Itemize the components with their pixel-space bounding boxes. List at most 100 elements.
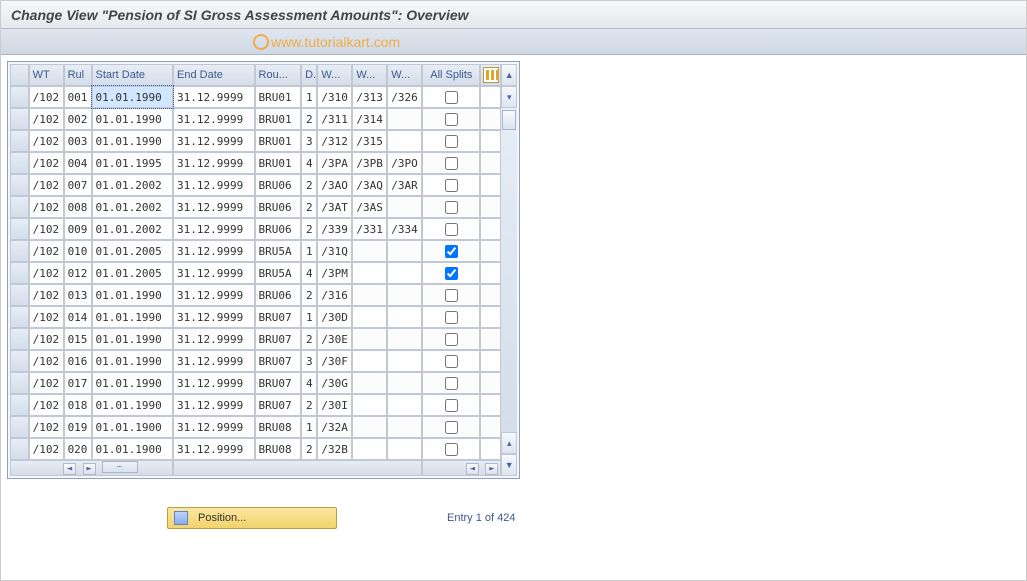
cell-d[interactable]: 4 <box>301 152 317 174</box>
allsplit-checkbox[interactable] <box>445 179 458 192</box>
cell-end[interactable]: 31.12.9999 <box>173 394 255 416</box>
cell-allsplit[interactable] <box>422 174 480 196</box>
cell-rou[interactable]: BRU07 <box>255 394 302 416</box>
allsplit-checkbox[interactable] <box>445 421 458 434</box>
col-allsplit-header[interactable]: All Splits <box>422 64 480 86</box>
cell-end[interactable]: 31.12.9999 <box>173 372 255 394</box>
cell-rul[interactable]: 009 <box>64 218 92 240</box>
vscroll-track[interactable] <box>501 108 517 432</box>
col-end-header[interactable]: End Date <box>173 64 255 86</box>
col-start-header[interactable]: Start Date <box>92 64 174 86</box>
cell-start[interactable]: 01.01.1990 <box>92 108 174 130</box>
col-w2-header[interactable]: W... <box>352 64 387 86</box>
cell-end[interactable]: 31.12.9999 <box>173 438 255 460</box>
cell-rou[interactable]: BRU01 <box>255 86 302 108</box>
cell-allsplit[interactable] <box>422 284 480 306</box>
row-select-handle[interactable] <box>10 350 29 372</box>
hscroll-right-button[interactable]: ► <box>83 463 96 475</box>
cell-start[interactable]: 01.01.1995 <box>92 152 174 174</box>
cell-d[interactable]: 2 <box>301 174 317 196</box>
cell-allsplit[interactable] <box>422 108 480 130</box>
cell-end[interactable]: 31.12.9999 <box>173 152 255 174</box>
table-row[interactable]: /10200201.01.199031.12.9999BRU012/311/31… <box>10 108 501 130</box>
cell-d[interactable]: 3 <box>301 350 317 372</box>
cell-w2[interactable]: /331 <box>352 218 387 240</box>
col-rou-header[interactable]: Rou... <box>255 64 302 86</box>
cell-end[interactable]: 31.12.9999 <box>173 196 255 218</box>
cell-end[interactable]: 31.12.9999 <box>173 416 255 438</box>
cell-rou[interactable]: BRU5A <box>255 240 302 262</box>
vscroll-thumb[interactable] <box>502 110 516 130</box>
cell-rul[interactable]: 001 <box>64 86 92 108</box>
cell-start[interactable]: 01.01.1990 <box>92 86 174 108</box>
cell-allsplit[interactable] <box>422 86 480 108</box>
cell-rou[interactable]: BRU06 <box>255 218 302 240</box>
row-select-handle[interactable] <box>10 240 29 262</box>
cell-start[interactable]: 01.01.1990 <box>92 130 174 152</box>
cell-rul[interactable]: 020 <box>64 438 92 460</box>
cell-start[interactable]: 01.01.1990 <box>92 394 174 416</box>
cell-rul[interactable]: 017 <box>64 372 92 394</box>
cell-w2[interactable]: /3PB <box>352 152 387 174</box>
cell-rou[interactable]: BRU07 <box>255 350 302 372</box>
cell-rou[interactable]: BRU01 <box>255 130 302 152</box>
hscroll-left2-button[interactable]: ◄ <box>466 463 479 475</box>
cell-allsplit[interactable] <box>422 372 480 394</box>
cell-rul[interactable]: 010 <box>64 240 92 262</box>
allsplit-checkbox[interactable] <box>445 377 458 390</box>
cell-w3[interactable]: /326 <box>387 86 422 108</box>
cell-rou[interactable]: BRU08 <box>255 416 302 438</box>
cell-d[interactable]: 2 <box>301 108 317 130</box>
cell-w3[interactable] <box>387 284 422 306</box>
cell-allsplit[interactable] <box>422 262 480 284</box>
cell-w1[interactable]: /30I <box>317 394 352 416</box>
col-w3-header[interactable]: W... <box>387 64 422 86</box>
cell-end[interactable]: 31.12.9999 <box>173 218 255 240</box>
cell-w2[interactable]: /3AQ <box>352 174 387 196</box>
hscroll-thumb[interactable]: ⋯ <box>102 461 138 473</box>
row-select-handle[interactable] <box>10 372 29 394</box>
cell-wt[interactable]: /102 <box>29 130 64 152</box>
allsplit-checkbox[interactable] <box>445 201 458 214</box>
allsplit-checkbox[interactable] <box>445 333 458 346</box>
cell-rou[interactable]: BRU06 <box>255 174 302 196</box>
cell-start[interactable]: 01.01.2005 <box>92 262 174 284</box>
cell-wt[interactable]: /102 <box>29 416 64 438</box>
vscroll-linedown-button[interactable]: ▴ <box>501 432 517 454</box>
row-select-handle[interactable] <box>10 174 29 196</box>
table-row[interactable]: /10201701.01.199031.12.9999BRU074/30G <box>10 372 501 394</box>
row-select-handle[interactable] <box>10 86 29 108</box>
vscroll-up-button[interactable]: ▲ <box>501 64 517 86</box>
cell-w1[interactable]: /30D <box>317 306 352 328</box>
table-row[interactable]: /10201401.01.199031.12.9999BRU071/30D <box>10 306 501 328</box>
cell-wt[interactable]: /102 <box>29 284 64 306</box>
cell-rou[interactable]: BRU01 <box>255 108 302 130</box>
cell-w1[interactable]: /3AO <box>317 174 352 196</box>
cell-end[interactable]: 31.12.9999 <box>173 240 255 262</box>
cell-w3[interactable] <box>387 328 422 350</box>
allsplit-checkbox[interactable] <box>445 245 458 258</box>
cell-start[interactable]: 01.01.1990 <box>92 306 174 328</box>
cell-wt[interactable]: /102 <box>29 174 64 196</box>
allsplit-checkbox[interactable] <box>445 355 458 368</box>
table-row[interactable]: /10201901.01.190031.12.9999BRU081/32A <box>10 416 501 438</box>
cell-w1[interactable]: /3AT <box>317 196 352 218</box>
cell-w2[interactable] <box>352 438 387 460</box>
cell-wt[interactable]: /102 <box>29 152 64 174</box>
cell-allsplit[interactable] <box>422 196 480 218</box>
cell-allsplit[interactable] <box>422 306 480 328</box>
col-w1-header[interactable]: W... <box>317 64 352 86</box>
cell-rul[interactable]: 013 <box>64 284 92 306</box>
table-settings-icon[interactable] <box>483 67 499 83</box>
cell-end[interactable]: 31.12.9999 <box>173 306 255 328</box>
row-select-handle[interactable] <box>10 416 29 438</box>
cell-wt[interactable]: /102 <box>29 240 64 262</box>
cell-rul[interactable]: 003 <box>64 130 92 152</box>
allsplit-checkbox[interactable] <box>445 91 458 104</box>
cell-w3[interactable]: /334 <box>387 218 422 240</box>
table-row[interactable]: /10201501.01.199031.12.9999BRU072/30E <box>10 328 501 350</box>
table-row[interactable]: /10201001.01.200531.12.9999BRU5A1/31Q <box>10 240 501 262</box>
cell-w3[interactable] <box>387 438 422 460</box>
row-select-handle[interactable] <box>10 306 29 328</box>
cell-w1[interactable]: /339 <box>317 218 352 240</box>
